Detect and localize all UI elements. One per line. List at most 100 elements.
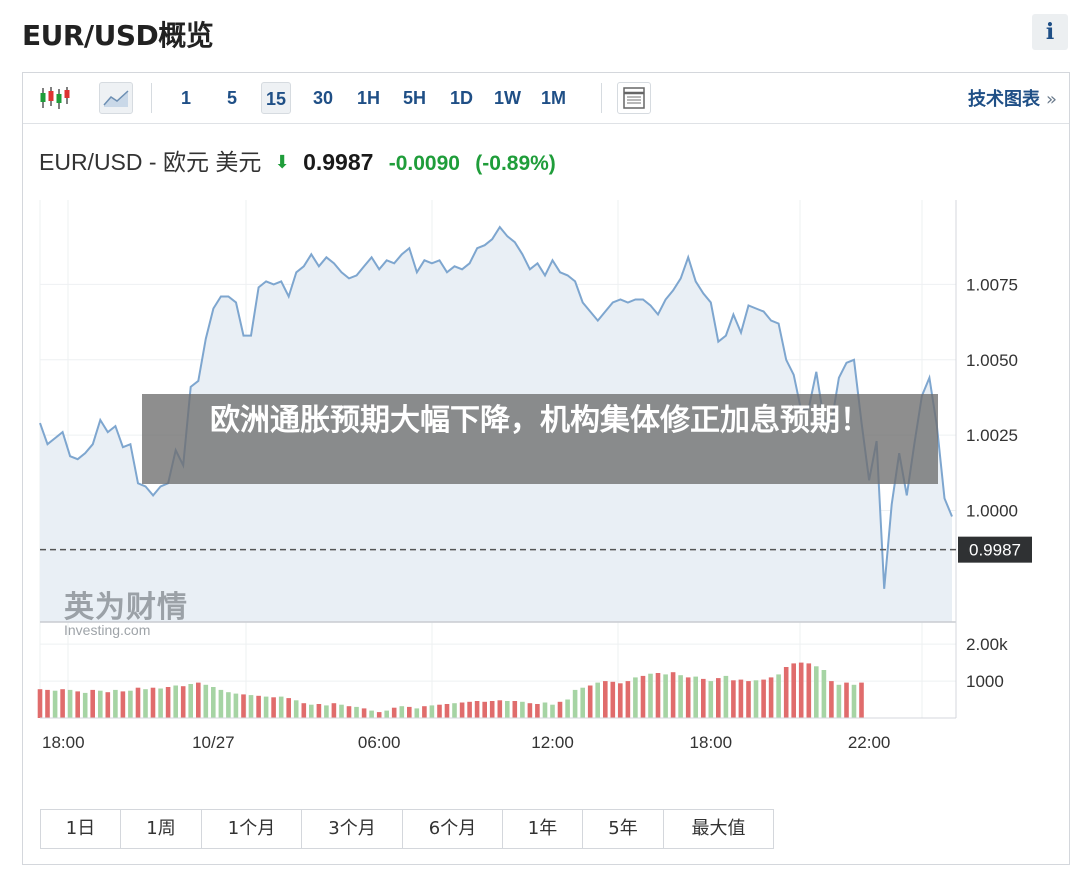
volume-bar xyxy=(829,681,834,718)
volume-tick-label: 2.00k xyxy=(966,635,1008,654)
volume-bar xyxy=(354,706,359,718)
volume-bar xyxy=(761,679,766,718)
volume-bar xyxy=(173,685,178,718)
volume-bar xyxy=(346,706,352,718)
range-6m[interactable]: 6个月 xyxy=(403,810,503,848)
volume-bar xyxy=(791,663,796,718)
range-1y[interactable]: 1年 xyxy=(503,810,583,848)
volume-bar xyxy=(82,692,88,718)
volume-bar xyxy=(414,708,420,718)
volume-bar xyxy=(369,710,374,718)
volume-bar xyxy=(128,690,133,718)
volume-bar xyxy=(678,675,683,718)
volume-bar xyxy=(783,667,789,718)
volume-bar xyxy=(610,681,616,718)
volume-bar xyxy=(814,666,819,718)
volume-bar xyxy=(98,690,103,718)
y-tick-label: 1.0075 xyxy=(966,275,1018,294)
volume-bar xyxy=(218,689,224,718)
volume-bar xyxy=(731,680,736,718)
volume-bar xyxy=(587,685,593,718)
volume-bar xyxy=(422,706,427,718)
volume-bar xyxy=(437,704,442,718)
volume-bar xyxy=(746,681,751,718)
volume-bar xyxy=(286,698,291,718)
volume-bar xyxy=(655,673,661,718)
volume-bar xyxy=(52,690,58,718)
volume-bar xyxy=(135,687,141,718)
volume-bar xyxy=(391,707,397,718)
volume-bar xyxy=(618,683,623,718)
volume-bar xyxy=(738,679,744,718)
volume-bar xyxy=(143,689,148,718)
volume-bar xyxy=(685,677,691,718)
volume-bar xyxy=(384,710,389,718)
volume-bar xyxy=(316,704,322,718)
volume-bar xyxy=(851,684,857,718)
current-price-label: 0.9987 xyxy=(969,541,1021,560)
volume-bar xyxy=(271,697,276,718)
volume-bar xyxy=(572,689,578,718)
volume-bar xyxy=(701,678,706,718)
volume-bar xyxy=(211,687,216,718)
volume-bar xyxy=(293,700,299,718)
x-tick-label: 12:00 xyxy=(531,733,574,752)
volume-bar xyxy=(75,691,80,718)
volume-bar xyxy=(459,702,465,718)
volume-bar xyxy=(376,712,382,718)
x-tick-label: 22:00 xyxy=(848,733,891,752)
volume-bar xyxy=(527,703,533,718)
volume-bar xyxy=(580,687,585,718)
volume-bar xyxy=(497,700,503,718)
range-5y[interactable]: 5年 xyxy=(583,810,664,848)
volume-bar xyxy=(776,674,781,718)
volume-bar xyxy=(557,701,563,718)
volume-bar xyxy=(798,662,804,718)
volume-bar xyxy=(105,692,111,718)
volume-tick-label: 1000 xyxy=(966,672,1004,691)
range-1m[interactable]: 1个月 xyxy=(202,810,302,848)
volume-bar xyxy=(505,701,510,718)
volume-bar xyxy=(512,701,518,718)
volume-bar xyxy=(542,702,548,718)
volume-bar xyxy=(550,704,555,718)
volume-bar xyxy=(806,663,812,718)
x-tick-label: 18:00 xyxy=(42,733,85,752)
volume-bar xyxy=(640,675,646,718)
time-range-selector: 1日 1周 1个月 3个月 6个月 1年 5年 最大值 xyxy=(40,809,774,849)
volume-bar xyxy=(399,706,405,718)
volume-bar xyxy=(482,701,487,718)
volume-bar xyxy=(565,699,570,718)
volume-bar xyxy=(241,694,246,718)
y-tick-label: 1.0025 xyxy=(966,426,1018,445)
volume-bar xyxy=(723,675,729,718)
volume-bar xyxy=(595,682,600,718)
volume-bar xyxy=(60,689,65,718)
volume-bar xyxy=(150,687,156,718)
volume-bar xyxy=(633,677,638,718)
range-1d[interactable]: 1日 xyxy=(41,810,121,848)
volume-bar xyxy=(444,704,450,718)
volume-bar xyxy=(45,689,50,718)
volume-bar xyxy=(429,705,435,718)
volume-bar xyxy=(535,704,540,718)
volume-bar xyxy=(256,695,261,718)
volume-bar xyxy=(670,672,676,718)
volume-bar xyxy=(263,696,269,718)
volume-bar xyxy=(203,684,209,718)
volume-bar xyxy=(90,689,95,718)
range-max[interactable]: 最大值 xyxy=(664,810,773,848)
y-tick-label: 1.0000 xyxy=(966,501,1018,520)
volume-bar xyxy=(821,670,827,718)
volume-bar xyxy=(625,681,631,718)
range-1w[interactable]: 1周 xyxy=(121,810,202,848)
volume-bar xyxy=(113,689,118,718)
range-3m[interactable]: 3个月 xyxy=(302,810,403,848)
volume-bar xyxy=(520,701,525,718)
volume-bar xyxy=(859,682,864,718)
volume-bar xyxy=(407,706,412,718)
investing-watermark: 英为财情 Investing.com xyxy=(64,582,188,638)
watermark-cn: 英为财情 xyxy=(64,590,188,625)
volume-bar xyxy=(165,687,171,718)
volume-bar xyxy=(474,701,480,718)
